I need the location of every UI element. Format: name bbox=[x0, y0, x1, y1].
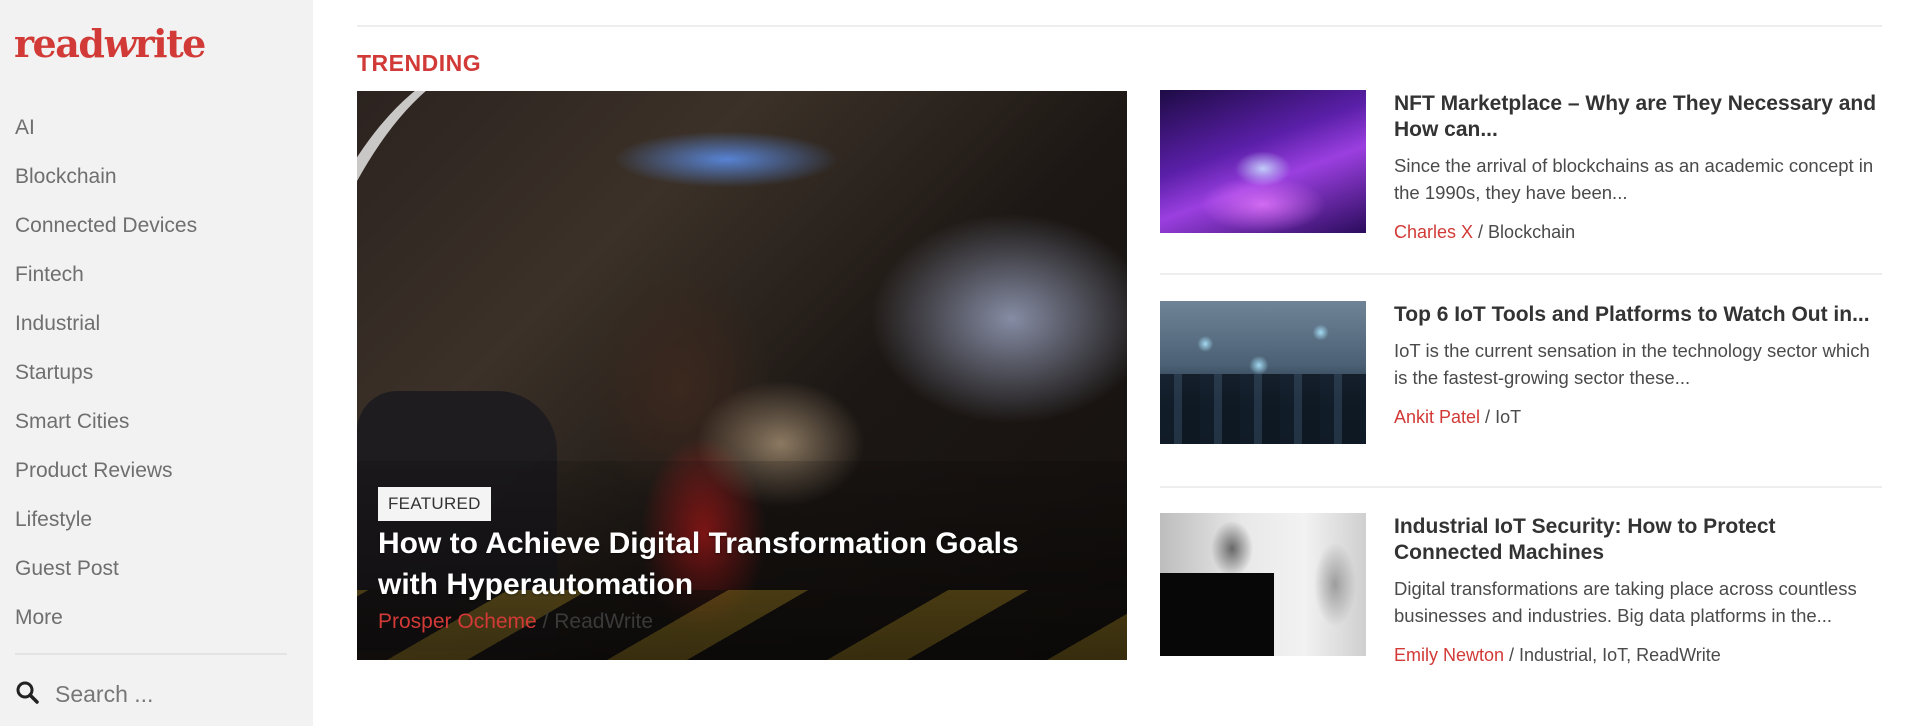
article-body: Industrial IoT Security: How to Protect … bbox=[1394, 513, 1882, 667]
article-divider bbox=[1160, 486, 1882, 488]
article-thumbnail[interactable] bbox=[1160, 513, 1366, 656]
article-thumbnail[interactable] bbox=[1160, 90, 1366, 233]
article-author-link[interactable]: Emily Newton bbox=[1394, 645, 1504, 665]
article-title[interactable]: NFT Marketplace – Why are They Necessary… bbox=[1394, 91, 1882, 143]
featured-badge: FEATURED bbox=[378, 487, 491, 521]
section-title-trending: TRENDING bbox=[357, 50, 482, 76]
featured-meta: Prosper Ocheme / ReadWrite bbox=[378, 607, 653, 637]
logo-text-w: w bbox=[103, 21, 136, 66]
nav-item-smart-cities[interactable]: Smart Cities bbox=[15, 407, 197, 456]
article-meta: Ankit Patel / IoT bbox=[1394, 405, 1882, 429]
meta-separator: / bbox=[1504, 645, 1520, 665]
logo-text-read: read bbox=[14, 21, 105, 66]
article-meta: Charles X / Blockchain bbox=[1394, 220, 1882, 244]
article-body: NFT Marketplace – Why are They Necessary… bbox=[1394, 90, 1882, 244]
article-category-link[interactable]: Blockchain bbox=[1488, 222, 1575, 242]
nav-item-startups[interactable]: Startups bbox=[15, 358, 197, 407]
article-meta: Emily Newton / Industrial, IoT, ReadWrit… bbox=[1394, 643, 1882, 667]
article-body: Top 6 IoT Tools and Platforms to Watch O… bbox=[1394, 301, 1882, 429]
article-thumbnail[interactable] bbox=[1160, 301, 1366, 444]
category-nav: AI Blockchain Connected Devices Fintech … bbox=[15, 113, 197, 652]
featured-article[interactable]: FEATURED How to Achieve Digital Transfor… bbox=[357, 91, 1127, 660]
featured-title[interactable]: How to Achieve Digital Transformation Go… bbox=[378, 523, 1078, 605]
article-excerpt: Since the arrival of blockchains as an a… bbox=[1394, 155, 1874, 203]
article-category-link[interactable]: IoT bbox=[1495, 407, 1521, 427]
readwrite-logo[interactable]: readwrite bbox=[14, 20, 207, 68]
nav-item-guest-post[interactable]: Guest Post bbox=[15, 554, 197, 603]
article-title[interactable]: Top 6 IoT Tools and Platforms to Watch O… bbox=[1394, 302, 1882, 328]
article-author-link[interactable]: Ankit Patel bbox=[1394, 407, 1480, 427]
sidebar-divider bbox=[15, 653, 287, 655]
article-category-link[interactable]: Industrial, IoT, ReadWrite bbox=[1519, 645, 1721, 665]
nav-item-ai[interactable]: AI bbox=[15, 113, 197, 162]
nav-item-industrial[interactable]: Industrial bbox=[15, 309, 197, 358]
meta-separator: / bbox=[1480, 407, 1496, 427]
nav-item-lifestyle[interactable]: Lifestyle bbox=[15, 505, 197, 554]
sidebar: readwrite AI Blockchain Connected Device… bbox=[0, 0, 313, 726]
search-box bbox=[15, 680, 255, 709]
featured-author-link[interactable]: Prosper Ocheme bbox=[378, 610, 537, 633]
article-divider bbox=[1160, 273, 1882, 275]
nav-item-product-reviews[interactable]: Product Reviews bbox=[15, 456, 197, 505]
top-divider bbox=[357, 25, 1882, 27]
featured-category-link[interactable]: ReadWrite bbox=[554, 610, 653, 633]
article-excerpt: Digital transformations are taking place… bbox=[1394, 578, 1857, 626]
article-excerpt: IoT is the current sensation in the tech… bbox=[1394, 340, 1870, 388]
nav-item-blockchain[interactable]: Blockchain bbox=[15, 162, 197, 211]
nav-item-fintech[interactable]: Fintech bbox=[15, 260, 197, 309]
nav-item-more[interactable]: More bbox=[15, 603, 197, 652]
logo-text-rite: rite bbox=[134, 21, 207, 66]
nav-item-connected-devices[interactable]: Connected Devices bbox=[15, 211, 197, 260]
meta-separator: / bbox=[536, 610, 555, 633]
article-title[interactable]: Industrial IoT Security: How to Protect … bbox=[1394, 514, 1882, 566]
article-author-link[interactable]: Charles X bbox=[1394, 222, 1473, 242]
meta-separator: / bbox=[1473, 222, 1489, 242]
search-input[interactable] bbox=[55, 681, 255, 708]
search-icon[interactable] bbox=[15, 680, 39, 709]
